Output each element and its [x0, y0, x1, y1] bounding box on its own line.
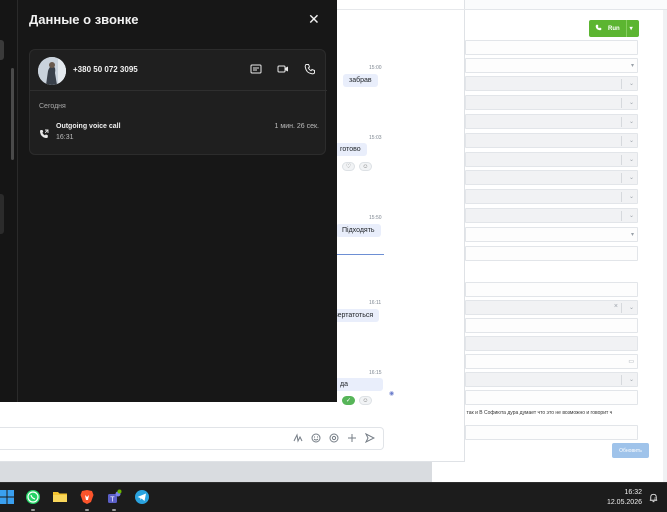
crm-multiselect[interactable]: × ⌄	[465, 300, 638, 315]
contact-phone: +380 50 072 3095	[73, 65, 138, 74]
add-reaction-icon[interactable]: ☺	[359, 396, 372, 405]
crm-field[interactable]	[465, 318, 638, 333]
section-label-today: Сегодня	[39, 103, 66, 110]
close-icon[interactable]: ✕	[308, 11, 320, 28]
signature-icon[interactable]	[293, 433, 303, 445]
message-icon[interactable]	[249, 62, 263, 76]
chevron-down-icon[interactable]: ▾	[625, 20, 636, 37]
chevron-down-icon: ⌄	[628, 100, 634, 106]
crm-note-text: ИСК так и В Софиюта дура думает что это …	[455, 410, 613, 416]
crm-field[interactable]	[465, 246, 638, 261]
crm-select[interactable]: ⌄	[465, 189, 638, 204]
contact-card: +380 50 072 3095 Сегодня Outgoing voice …	[29, 49, 327, 155]
message-composer[interactable]	[0, 427, 384, 450]
file-explorer-icon[interactable]	[52, 489, 68, 505]
reaction-check-icon[interactable]: ✓	[342, 396, 355, 405]
run-call-button[interactable]: Run ▾	[589, 20, 639, 37]
crm-select[interactable]: ⌄	[465, 95, 638, 110]
notification-bell-icon[interactable]: z	[648, 492, 659, 506]
call-details-panel: Данные о звонке ✕ +380 50 072 3095 Сегод…	[18, 0, 337, 402]
chevron-down-icon: ⌄	[628, 377, 634, 383]
taskbar: T 16:32 12.05.2026 z	[0, 482, 667, 512]
outgoing-call-icon	[39, 126, 49, 139]
chevron-down-icon: ⌄	[628, 157, 634, 163]
crm-select[interactable]: ▾	[465, 58, 638, 73]
message-bubble[interactable]: готово	[334, 143, 367, 156]
message-time: 15:03	[369, 135, 382, 141]
clock-time: 16:32	[624, 489, 642, 496]
call-duration: 1 мин. 26 сек.	[274, 123, 319, 130]
call-time: 16:31	[56, 134, 74, 141]
message-underline	[337, 254, 384, 255]
chevron-down-icon: ⌄	[628, 81, 634, 87]
scrollbar[interactable]	[11, 68, 14, 160]
system-clock[interactable]: 16:32 12.05.2026	[596, 488, 642, 508]
emoji-icon[interactable]	[311, 433, 321, 445]
crm-select[interactable]: ⌄	[465, 372, 638, 387]
chevron-down-icon: ▾	[630, 232, 634, 238]
phone-icon	[595, 24, 602, 33]
phone-icon[interactable]	[303, 62, 317, 76]
crm-select[interactable]: ⌄	[465, 208, 638, 223]
crm-select[interactable]: ⌄	[465, 152, 638, 167]
send-icon[interactable]	[364, 432, 376, 445]
message-bubble[interactable]: забрав	[343, 74, 378, 87]
message-bubble[interactable]: Підходять	[336, 224, 381, 237]
chevron-down-icon: ⌄	[628, 305, 634, 311]
crm-field[interactable]	[465, 390, 638, 405]
message-time: 15:00	[369, 65, 382, 71]
chevron-down-icon: ▾	[630, 63, 634, 69]
crm-field[interactable]	[465, 40, 638, 55]
message-time: 15:50	[369, 215, 382, 221]
clock-date: 12.05.2026	[606, 499, 642, 506]
calendar-icon: ▭	[628, 359, 634, 365]
attach-plus-icon[interactable]	[347, 433, 357, 445]
telegram-icon[interactable]	[134, 489, 150, 505]
whatsapp-icon[interactable]	[25, 489, 41, 505]
chevron-down-icon: ⌄	[628, 175, 634, 181]
update-button[interactable]: Обновить	[612, 443, 649, 458]
chat-header-divider	[337, 0, 465, 10]
video-call-icon[interactable]	[276, 62, 290, 76]
crm-page: Run ▾ ▾ ⌄ ⌄ ⌄ ⌄ ⌄ ⌄ ⌄ ⌄ ▾ × ⌄ ▭ ⌄ ИСК так…	[432, 0, 667, 482]
avatar[interactable]	[38, 57, 66, 85]
svg-text:z: z	[654, 497, 656, 501]
clear-icon[interactable]: ×	[614, 303, 618, 310]
message-time: 16:11	[369, 300, 382, 306]
crm-select[interactable]: ⌄	[465, 170, 638, 185]
crm-date-field[interactable]: ▭	[465, 354, 638, 369]
sticker-icon[interactable]	[329, 433, 339, 445]
crm-select[interactable]: ⌄	[465, 76, 638, 91]
read-receipt-icon: ◉	[389, 391, 395, 397]
message-time: 16:15	[369, 370, 382, 376]
crm-field[interactable]	[465, 425, 638, 440]
brave-browser-icon[interactable]	[79, 489, 95, 505]
crm-select[interactable]: ⌄	[465, 133, 638, 148]
crm-field[interactable]	[465, 282, 638, 297]
crm-field[interactable]	[465, 336, 638, 351]
add-reaction-icon[interactable]: ☺	[359, 162, 372, 171]
contact-header: +380 50 072 3095	[30, 50, 327, 91]
run-label: Run	[608, 25, 620, 32]
reaction-heart-icon[interactable]: ♡	[342, 162, 355, 171]
chevron-down-icon: ⌄	[628, 194, 634, 200]
crm-select[interactable]: ▾	[465, 227, 638, 242]
message-bubble[interactable]: да	[334, 378, 383, 391]
crm-header-strip	[432, 0, 667, 10]
call-history-row[interactable]: Outgoing voice call 16:31 1 мин. 26 сек.	[39, 123, 319, 145]
svg-text:T: T	[110, 497, 115, 504]
teams-icon[interactable]: T	[106, 489, 122, 505]
panel-title: Данные о звонке	[29, 12, 139, 27]
left-sidebar	[0, 0, 18, 402]
call-type: Outgoing voice call	[56, 123, 121, 130]
chevron-down-icon: ⌄	[628, 138, 634, 144]
scrollbar[interactable]	[663, 10, 667, 482]
chevron-down-icon: ⌄	[628, 213, 634, 219]
windows-start-icon[interactable]	[0, 489, 16, 505]
chevron-down-icon: ⌄	[628, 119, 634, 125]
crm-select[interactable]: ⌄	[465, 114, 638, 129]
